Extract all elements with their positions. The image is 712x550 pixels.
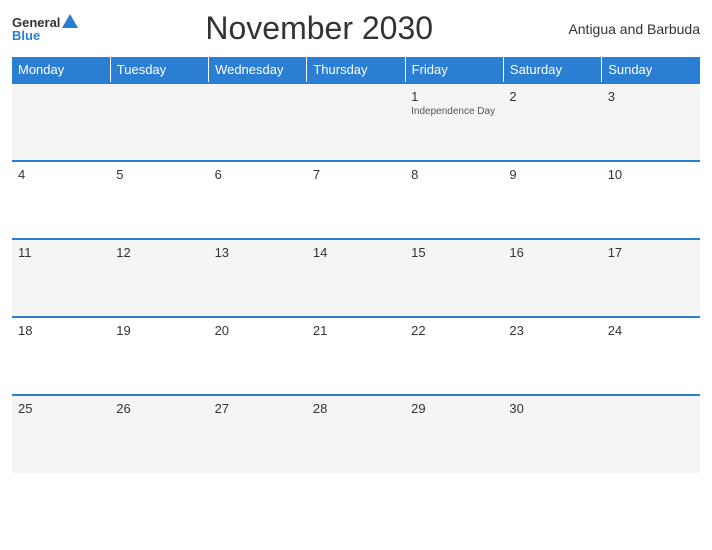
event-label: Independence Day <box>411 106 497 117</box>
calendar-cell: 3 <box>602 83 700 161</box>
calendar-cell: 28 <box>307 395 405 473</box>
calendar-container: General Blue November 2030 Antigua and B… <box>0 0 712 550</box>
day-number: 10 <box>608 167 694 182</box>
day-number: 8 <box>411 167 497 182</box>
day-number: 1 <box>411 89 497 104</box>
calendar-cell: 19 <box>110 317 208 395</box>
calendar-cell: 24 <box>602 317 700 395</box>
day-number: 26 <box>116 401 202 416</box>
calendar-cell: 17 <box>602 239 700 317</box>
calendar-cell: 1 Independence Day <box>405 83 503 161</box>
day-number: 24 <box>608 323 694 338</box>
calendar-cell: 8 <box>405 161 503 239</box>
day-number: 14 <box>313 245 399 260</box>
calendar-cell: 29 <box>405 395 503 473</box>
day-number: 20 <box>215 323 301 338</box>
calendar-cell: 30 <box>503 395 601 473</box>
day-number: 25 <box>18 401 104 416</box>
weekday-header-monday: Monday <box>12 57 110 83</box>
week-row-4: 18 19 20 21 22 23 24 <box>12 317 700 395</box>
calendar-cell: 10 <box>602 161 700 239</box>
weekday-header-thursday: Thursday <box>307 57 405 83</box>
calendar-cell: 9 <box>503 161 601 239</box>
day-number: 15 <box>411 245 497 260</box>
calendar-cell: 12 <box>110 239 208 317</box>
day-number: 3 <box>608 89 694 104</box>
day-number: 2 <box>509 89 595 104</box>
day-number: 5 <box>116 167 202 182</box>
calendar-cell: 11 <box>12 239 110 317</box>
day-number: 17 <box>608 245 694 260</box>
week-row-2: 456789 10 <box>12 161 700 239</box>
weekday-header-sunday: Sunday <box>602 57 700 83</box>
weekday-header-wednesday: Wednesday <box>209 57 307 83</box>
calendar-cell: 23 <box>503 317 601 395</box>
calendar-cell: 4 <box>12 161 110 239</box>
day-number: 19 <box>116 323 202 338</box>
calendar-cell: 20 <box>209 317 307 395</box>
calendar-cell: 25 <box>12 395 110 473</box>
logo: General Blue <box>12 15 78 42</box>
calendar-cell <box>12 83 110 161</box>
day-number: 16 <box>509 245 595 260</box>
calendar-cell: 2 <box>503 83 601 161</box>
calendar-cell <box>602 395 700 473</box>
calendar-header: General Blue November 2030 Antigua and B… <box>12 10 700 47</box>
calendar-cell: 6 <box>209 161 307 239</box>
logo-triangle-icon <box>62 14 78 28</box>
day-number: 13 <box>215 245 301 260</box>
calendar-cell: 14 <box>307 239 405 317</box>
calendar-cell <box>209 83 307 161</box>
week-row-3: 11 12 13 14 15 16 17 <box>12 239 700 317</box>
calendar-cell: 7 <box>307 161 405 239</box>
day-number: 21 <box>313 323 399 338</box>
calendar-table: MondayTuesdayWednesdayThursdayFridaySatu… <box>12 57 700 473</box>
day-number: 6 <box>215 167 301 182</box>
calendar-cell: 15 <box>405 239 503 317</box>
day-number: 23 <box>509 323 595 338</box>
day-number: 29 <box>411 401 497 416</box>
weekday-header-row: MondayTuesdayWednesdayThursdayFridaySatu… <box>12 57 700 83</box>
calendar-cell: 16 <box>503 239 601 317</box>
month-title: November 2030 <box>78 10 560 47</box>
week-row-5: 25 26 27 28 29 30 <box>12 395 700 473</box>
week-row-1: 1 Independence Day 23 <box>12 83 700 161</box>
day-number: 7 <box>313 167 399 182</box>
logo-blue-text: Blue <box>12 29 40 42</box>
day-number: 12 <box>116 245 202 260</box>
calendar-cell: 5 <box>110 161 208 239</box>
weekday-header-tuesday: Tuesday <box>110 57 208 83</box>
day-number: 11 <box>18 245 104 260</box>
calendar-cell <box>307 83 405 161</box>
calendar-cell <box>110 83 208 161</box>
day-number: 30 <box>509 401 595 416</box>
day-number: 18 <box>18 323 104 338</box>
logo-general-text: General <box>12 16 60 29</box>
country-name: Antigua and Barbuda <box>560 21 700 37</box>
calendar-cell: 26 <box>110 395 208 473</box>
calendar-cell: 27 <box>209 395 307 473</box>
calendar-cell: 18 <box>12 317 110 395</box>
calendar-cell: 13 <box>209 239 307 317</box>
day-number: 4 <box>18 167 104 182</box>
weekday-header-friday: Friday <box>405 57 503 83</box>
day-number: 28 <box>313 401 399 416</box>
calendar-cell: 22 <box>405 317 503 395</box>
day-number: 9 <box>509 167 595 182</box>
calendar-cell: 21 <box>307 317 405 395</box>
day-number: 27 <box>215 401 301 416</box>
weekday-header-saturday: Saturday <box>503 57 601 83</box>
day-number: 22 <box>411 323 497 338</box>
